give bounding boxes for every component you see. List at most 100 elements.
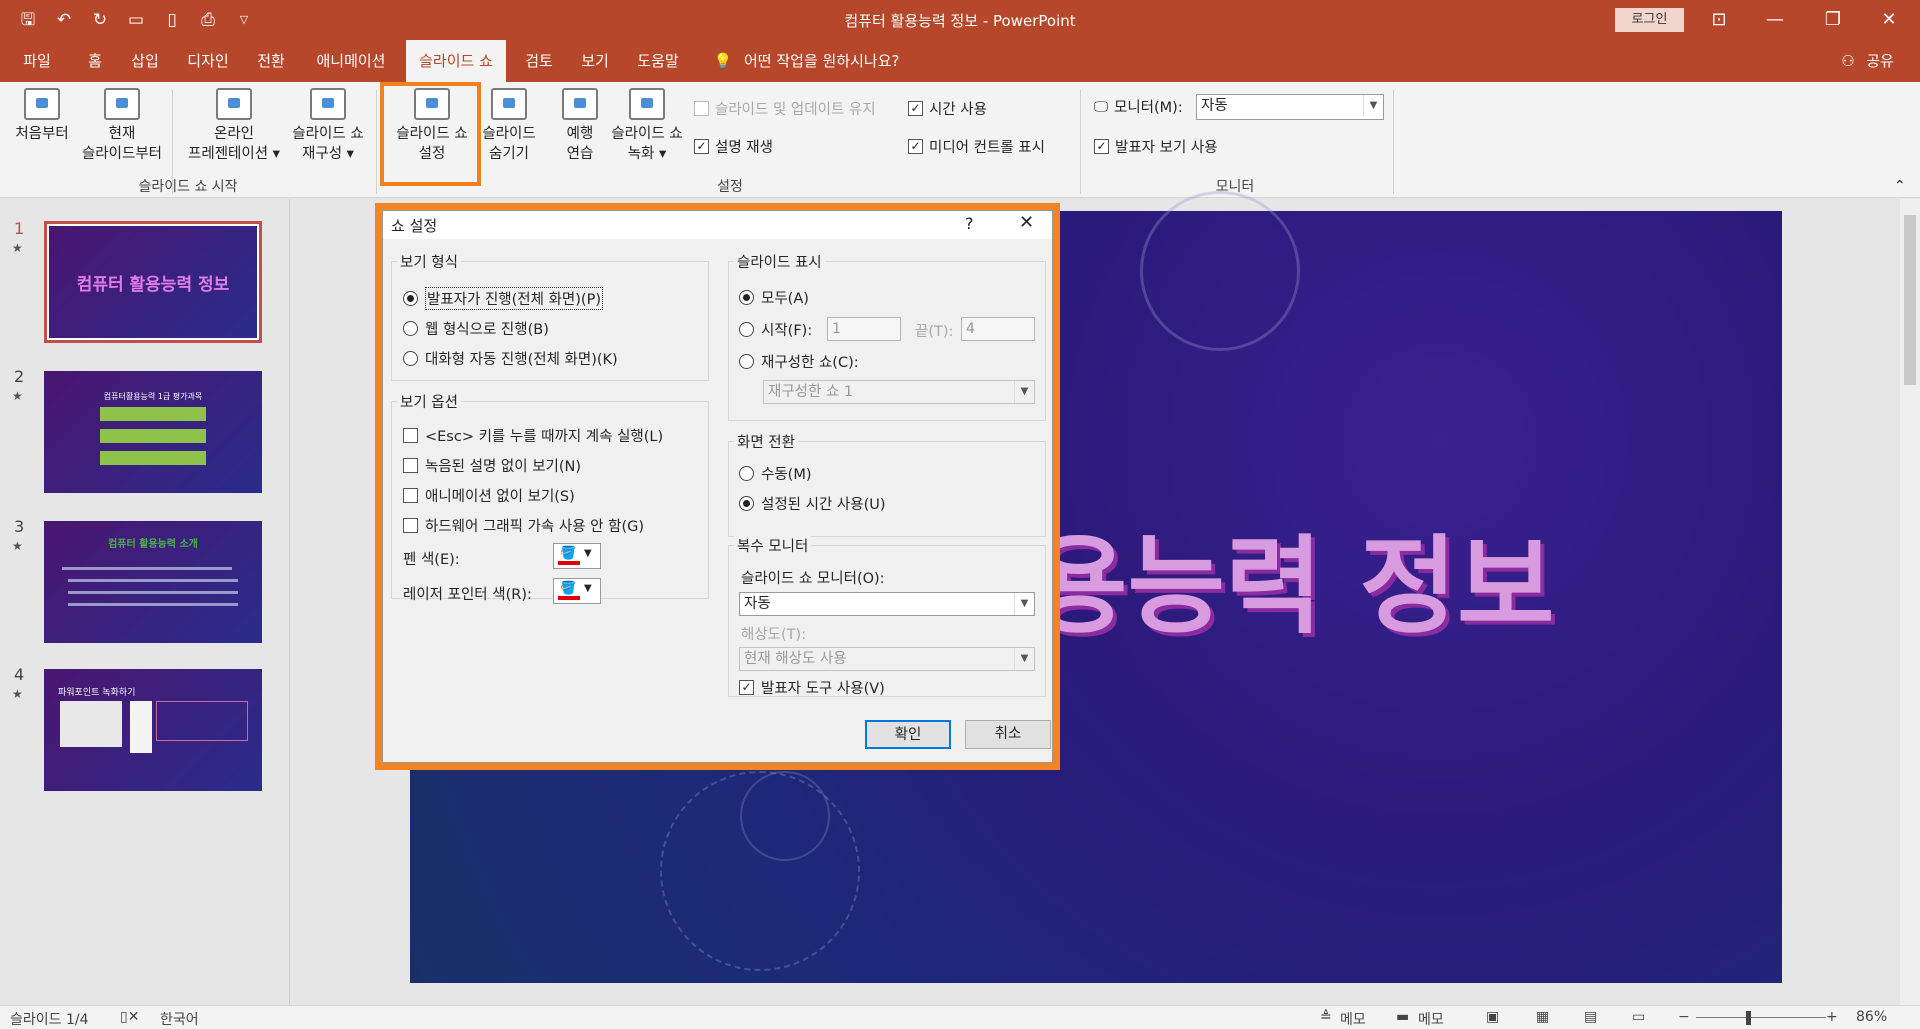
- zoom-slider[interactable]: [1696, 1017, 1826, 1018]
- dialog-titlebar: 쇼 설정 ? ✕: [383, 211, 1052, 239]
- online-present-button[interactable]: 온라인 프레젠테이션 ▾: [178, 82, 290, 170]
- from-current-button[interactable]: 현재 슬라이드부터: [76, 82, 168, 170]
- minimize-icon[interactable]: —: [1752, 4, 1798, 36]
- radio-manual[interactable]: 수동(M): [739, 463, 812, 484]
- to-slide-input: 4: [961, 317, 1035, 341]
- lightbulb-icon: 💡: [713, 52, 733, 70]
- radio-use-timings[interactable]: 설정된 시간 사용(U): [739, 493, 886, 514]
- radio-from-slide[interactable]: 시작(F):: [739, 319, 812, 340]
- presenter-tools-checkbox[interactable]: ✓ 발표자 도구 사용(V): [739, 677, 885, 698]
- chevron-down-icon: ▼: [584, 548, 592, 559]
- comments-button[interactable]: 메모: [1418, 1009, 1444, 1029]
- help-icon[interactable]: ?: [965, 214, 974, 233]
- zoom-thumb[interactable]: [1746, 1011, 1751, 1025]
- stopwatch-icon: [562, 88, 598, 120]
- chevron-down-icon: ▼: [1363, 95, 1383, 117]
- slide-thumbnail-title: 컴퓨터활용능력 1급 평가과목: [103, 392, 203, 401]
- slide-thumbnail-2[interactable]: 컴퓨터활용능력 1급 평가과목: [44, 371, 262, 493]
- use-timings-checkbox[interactable]: ✓ 시간 사용: [908, 98, 987, 119]
- tab-view[interactable]: 보기: [574, 40, 616, 82]
- laser-color-picker[interactable]: 🪣 ▼: [553, 578, 601, 604]
- slide-thumbnail-3[interactable]: 컴퓨터 활용능력 소개: [44, 521, 262, 643]
- slide-sorter-icon[interactable]: ▦: [1536, 1009, 1549, 1025]
- radio-all-slides[interactable]: 모두(A): [739, 287, 809, 308]
- show-options-label: 보기 옵션: [397, 391, 461, 412]
- radio-kiosk[interactable]: 대화형 자동 진행(전체 화면)(K): [403, 348, 618, 369]
- login-button[interactable]: 로그인: [1615, 8, 1684, 32]
- tab-animations[interactable]: 애니메이션: [306, 40, 396, 82]
- zoom-out-icon[interactable]: −: [1678, 1009, 1690, 1025]
- tab-transitions[interactable]: 전환: [250, 40, 292, 82]
- ok-button[interactable]: 확인: [865, 720, 951, 749]
- chevron-down-icon: ▼: [584, 583, 592, 594]
- chevron-down-icon: ▼: [1014, 381, 1034, 403]
- show-monitor-label: 슬라이드 쇼 모니터(O):: [741, 571, 885, 587]
- notes-button[interactable]: 메모: [1340, 1009, 1366, 1029]
- play-narration-checkbox[interactable]: ✓ 설명 재생: [694, 136, 773, 157]
- setup-highlight: [380, 82, 481, 186]
- tab-home[interactable]: 홈: [78, 40, 112, 82]
- tab-review[interactable]: 검토: [518, 40, 560, 82]
- custom-show-select: 재구성한 쇼 1 ▼: [763, 380, 1035, 404]
- monitor-select[interactable]: 자동 ▼: [1196, 94, 1384, 120]
- vertical-scrollbar[interactable]: [1900, 199, 1920, 1005]
- zoom-in-icon[interactable]: +: [1826, 1009, 1838, 1025]
- tab-design[interactable]: 디자인: [180, 40, 236, 82]
- slide-number: 1: [14, 219, 25, 238]
- disable-hw-checkbox[interactable]: 하드웨어 그래픽 가속 사용 안 함(G): [403, 515, 644, 536]
- comments-icon[interactable]: ▬: [1396, 1009, 1409, 1025]
- share-button[interactable]: 공유: [1860, 40, 1900, 82]
- custom-show-button[interactable]: 슬라이드 쇼 재구성 ▾: [286, 82, 370, 170]
- collapse-ribbon-icon[interactable]: ⌃: [1894, 178, 1906, 194]
- spellcheck-icon[interactable]: ▯✕: [120, 1009, 139, 1025]
- pen-color-label: 펜 색(E):: [403, 552, 460, 568]
- chevron-down-icon: ▼: [1014, 648, 1034, 670]
- radio-custom-show[interactable]: 재구성한 쇼(C):: [739, 351, 859, 372]
- close-icon[interactable]: ✕: [1866, 4, 1912, 36]
- dialog-title: 쇼 설정: [391, 217, 438, 235]
- no-narration-checkbox[interactable]: 녹음된 설명 없이 보기(N): [403, 455, 581, 476]
- custom-show-icon: [310, 88, 346, 120]
- media-controls-checkbox[interactable]: ✓ 미디어 컨트롤 표시: [908, 136, 1045, 157]
- dialog-close-icon[interactable]: ✕: [1019, 212, 1034, 233]
- slide-title[interactable]: 용능력 정보: [1030, 500, 1555, 654]
- pen-color-picker[interactable]: 🪣 ▼: [553, 543, 601, 569]
- loop-checkbox[interactable]: <Esc> 키를 누를 때까지 계속 실행(L): [403, 425, 663, 446]
- normal-view-icon[interactable]: ▣: [1486, 1009, 1499, 1025]
- group-label-setup: 설정: [717, 179, 743, 195]
- resolution-label: 해상도(T):: [741, 627, 807, 643]
- reading-view-icon[interactable]: ▤: [1584, 1009, 1597, 1025]
- laser-color-label: 레이저 포인터 색(R):: [403, 587, 532, 603]
- tab-file[interactable]: 파일: [10, 40, 64, 82]
- ribbon-display-icon[interactable]: ⊡: [1696, 4, 1742, 36]
- record-show-button[interactable]: 슬라이드 쇼 녹화 ▾: [604, 82, 690, 170]
- star-icon: ★: [12, 687, 23, 701]
- slide-thumbnail-title: 컴퓨터 활용능력 정보: [76, 275, 230, 295]
- tab-slide-show[interactable]: 슬라이드 쇼: [406, 40, 506, 82]
- radio-presenter[interactable]: 발표자가 진행(전체 화면)(P): [403, 287, 603, 310]
- rehearse-timings-button[interactable]: 예행 연습: [550, 82, 610, 170]
- slideshow-view-icon[interactable]: ▭: [1632, 1009, 1645, 1025]
- presenter-view-checkbox[interactable]: ✓ 발표자 보기 사용: [1094, 136, 1218, 157]
- slide-thumbnail-1[interactable]: 컴퓨터 활용능력 정보: [44, 221, 262, 343]
- slide-number: 3: [14, 517, 25, 536]
- cancel-button[interactable]: 취소: [965, 720, 1051, 749]
- tell-me-search[interactable]: 어떤 작업을 원하시나요?: [744, 40, 924, 82]
- radio-browsed-individual[interactable]: 웹 형식으로 진행(B): [403, 318, 549, 339]
- star-icon: ★: [12, 241, 23, 255]
- slide-thumbnail-4[interactable]: 파워포인트 녹화하기: [44, 669, 262, 791]
- zoom-level[interactable]: 86%: [1856, 1009, 1887, 1025]
- hide-slide-button[interactable]: 슬라이드 숨기기: [474, 82, 544, 170]
- show-monitor-select[interactable]: 자동 ▼: [739, 592, 1035, 616]
- slide-thumbnail-pane: 1 ★ 컴퓨터 활용능력 정보 2 ★ 컴퓨터활용능력 1급 평가과목 3 ★ …: [0, 199, 290, 1005]
- setup-show-dialog: 쇼 설정 ? ✕ 보기 형식 발표자가 진행(전체 화면)(P) 웹 형식으로 …: [382, 210, 1053, 763]
- from-beginning-button[interactable]: 처음부터: [4, 82, 80, 170]
- language-indicator[interactable]: 한국어: [160, 1009, 199, 1029]
- notes-icon[interactable]: ≜: [1320, 1009, 1332, 1025]
- restore-icon[interactable]: ❐: [1810, 4, 1856, 36]
- monitor-icon: 🖵: [1094, 98, 1108, 115]
- tab-insert[interactable]: 삽입: [124, 40, 166, 82]
- no-animation-checkbox[interactable]: 애니메이션 없이 보기(S): [403, 485, 575, 506]
- tab-help[interactable]: 도움말: [630, 40, 686, 82]
- monitor-label: 🖵 모니터(M):: [1094, 98, 1183, 117]
